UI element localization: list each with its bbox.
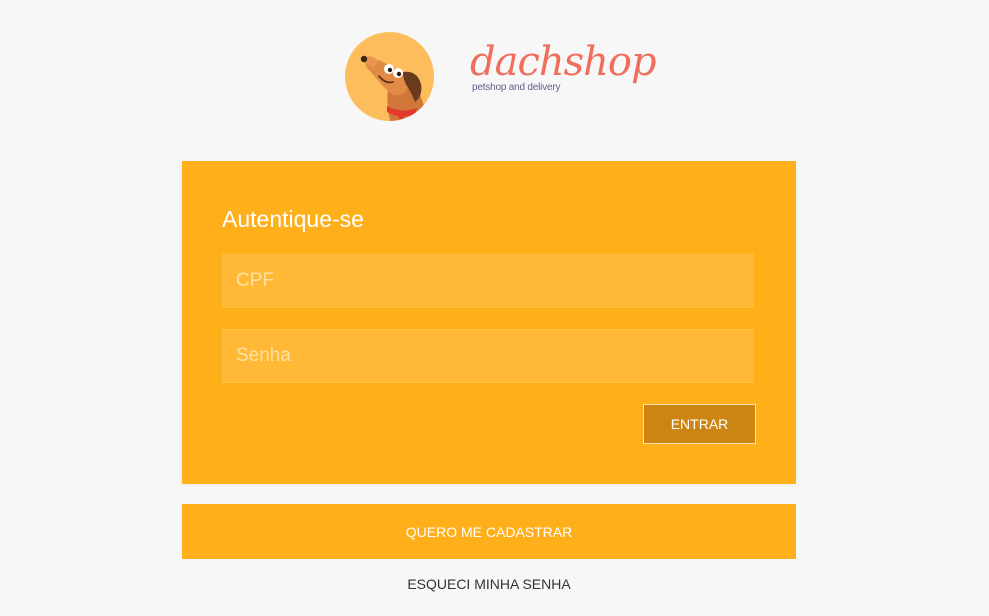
register-button[interactable]: QUERO ME CADASTRAR (182, 504, 796, 559)
forgot-password-link[interactable]: ESQUECI MINHA SENHA (182, 575, 796, 593)
password-input[interactable] (222, 329, 754, 383)
brand-logo: dachshop petshop and delivery (470, 40, 657, 100)
login-card: Autentique-se ENTRAR (182, 161, 796, 484)
login-submit-button[interactable]: ENTRAR (643, 404, 756, 444)
brand-name: dachshop (470, 39, 657, 85)
login-title: Autentique-se (222, 206, 364, 232)
dachshund-logo-icon (345, 32, 434, 121)
cpf-input[interactable] (222, 254, 754, 308)
page-header: dachshop petshop and delivery (0, 0, 989, 140)
brand-tagline: petshop and delivery (472, 82, 561, 93)
